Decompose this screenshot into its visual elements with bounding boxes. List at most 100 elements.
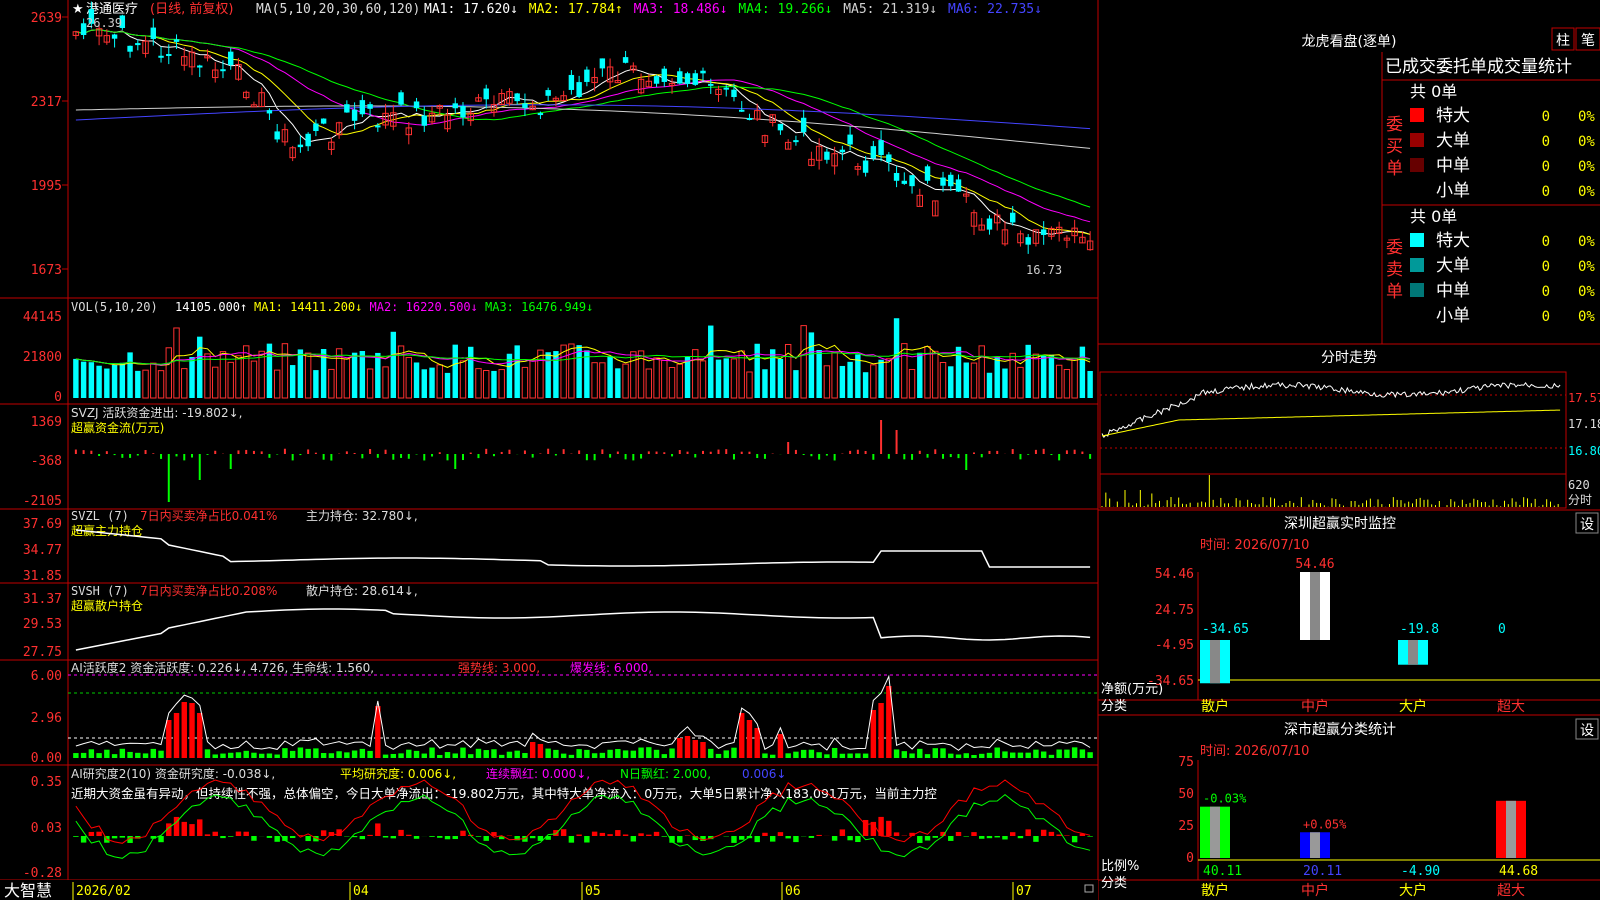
volume-bar (823, 365, 831, 399)
svsh-panel[interactable]: SVSH (7) 7日内买卖净占比0.208% 散户持仓: 28.614↓, 超… (23, 583, 1091, 660)
candle-body (777, 123, 784, 131)
svsh-legend-b: 7日内买卖净占比0.208% (140, 583, 277, 598)
ai-activity-bar (351, 750, 358, 758)
volume-bar (777, 358, 784, 398)
volume-bar (723, 358, 729, 398)
volume-bar (847, 361, 853, 398)
ai-activity-bar (754, 728, 760, 758)
price-panel[interactable]: ★ 港通医疗 (日线, 前复权) MA(5,10,20,30,60,120) M… (31, 1, 1094, 278)
intraday-panel[interactable]: 分时走势 17.57 17.18 16.80 620 分时 (1099, 350, 1600, 509)
longhu-panel[interactable]: 龙虎看盘(逐单) 柱 笔 已成交委托单成交量统计 共 0单 共 0单 委买单 委… (1302, 27, 1600, 326)
volume-bar (436, 364, 443, 399)
candle-body (661, 68, 668, 82)
volume-bar (1040, 354, 1047, 398)
ai-activity-bar (444, 752, 451, 758)
candle-body (220, 69, 226, 72)
svzl-panel[interactable]: SVZL (7) 7日内买卖净占比0.041% 主力持仓: 32.780↓, 超… (23, 508, 1091, 584)
ai-activity-bar (305, 748, 311, 758)
monitor-bar-highlight (1210, 640, 1220, 684)
svsh-axis: 31.37 29.53 27.75 (23, 592, 62, 660)
sz-monitor-row-label: 分类 (1101, 699, 1127, 714)
svzl-line (75, 529, 1091, 568)
class-delta: -0.03% (1203, 792, 1247, 806)
ai-activity-bar (793, 751, 799, 758)
volume-bar (150, 362, 157, 399)
candle-body (731, 89, 737, 98)
row-qty: 0 (1542, 309, 1550, 325)
ai-activity-bar (475, 748, 482, 758)
volume-bar (1032, 353, 1040, 399)
ai-research-panel[interactable]: AI研究度2(10) 资金研究度: -0.038↓, 平均研究度: 0.006↓… (23, 766, 1093, 881)
ai-activity-bar (684, 736, 691, 758)
price-high-label: 26.39 (86, 16, 122, 30)
ai-activity-bar (576, 749, 582, 758)
volume-bar (227, 361, 234, 399)
candle-body (1025, 237, 1031, 245)
volume-bar (382, 366, 389, 399)
candle-body (460, 105, 466, 118)
stock-chart-canvas[interactable]: ★ 港通医疗 (日线, 前复权) MA(5,10,20,30,60,120) M… (0, 0, 1600, 900)
intraday-frame (1099, 371, 1567, 509)
volume-value: MA2: 16220.500↓ (370, 300, 478, 314)
candlesticks[interactable] (72, 1, 1094, 254)
volume-bar (468, 346, 474, 398)
volume-bar (459, 360, 467, 399)
candle-body (878, 140, 884, 156)
ai-activity-bar (646, 747, 652, 758)
candle-body (452, 103, 458, 109)
ai-activity-bar (568, 754, 575, 758)
ai-activity-bar (1079, 749, 1086, 758)
volume-bar (545, 352, 551, 398)
ai-activity-bar (785, 753, 791, 758)
legend-swatch (1410, 283, 1424, 297)
time-axis-label: 06 (785, 884, 801, 899)
sz-monitor-panel[interactable]: 深圳超赢实时监控 设 时间: 2026/07/10 54.46 24.75 -4… (1098, 512, 1600, 715)
row-pct: 0% (1578, 234, 1595, 250)
ma-values: MA1: 17.620↓ MA2: 17.784↑ MA3: 18.486↓ MA4:… (424, 2, 1042, 17)
legend-swatch (1410, 233, 1424, 247)
ai-research-bar (483, 836, 489, 841)
candle-body (653, 76, 660, 84)
volume-bar (235, 355, 242, 399)
ai-activity-bar (545, 748, 551, 758)
svsh-sub: 超赢散户持仓 (71, 598, 143, 613)
candle-body (901, 180, 908, 184)
buy-side-char: 单 (1386, 159, 1403, 179)
candle-body (1009, 212, 1016, 223)
buy-side-char: 买 (1386, 137, 1403, 157)
volume-bar (1055, 364, 1063, 399)
ai-activity-bar (971, 754, 977, 758)
ai-activity-bar (1025, 752, 1031, 758)
ai-activity-bar (1009, 752, 1016, 758)
volume-bar (615, 368, 621, 398)
ai-activity-bar (258, 753, 265, 758)
ai-activity-bar (282, 748, 288, 758)
svzj-panel[interactable]: SVZJ 活跃资金进出: -19.802↓, 超赢资金流(万元) 1369 -3… (23, 405, 1092, 509)
ai-activity-bar (367, 750, 373, 758)
ai-research-bar (1087, 836, 1093, 837)
volume-bar (537, 349, 544, 399)
ai-activity-bar (862, 753, 869, 758)
svsh-legend-a: SVSH (7) (71, 584, 129, 598)
ai-activity-bar (824, 754, 830, 758)
volume-bar (576, 345, 582, 398)
ai-activity-bar (320, 753, 327, 758)
sz-monitor-axis-label: 24.75 (1155, 603, 1194, 618)
ai-research-bar (529, 836, 536, 839)
ai-activity-bar (104, 749, 110, 758)
ai-activity-bar (553, 749, 559, 758)
ai-research-bar (661, 836, 668, 837)
volume-bar (699, 360, 707, 399)
brand-logo: 大智慧 (4, 881, 52, 900)
sz-class-panel[interactable]: 深市超赢分类统计 设 时间: 2026/07/10 75 50 25 0 比例%… (1098, 718, 1600, 899)
row-qty: 0 (1542, 134, 1550, 150)
candle-body (862, 160, 869, 173)
volume-bar (715, 359, 722, 398)
candle-body (684, 73, 691, 84)
ai-activity-bar (909, 753, 915, 758)
ai-activity-axis: 6.00 2.96 0.00 (31, 669, 62, 766)
ai-activity-panel[interactable]: AI活跃度2 资金活跃度: 0.226↓, 4.726, 生命线: 1.560,… (31, 660, 1098, 766)
ai-research-bar (444, 836, 451, 840)
volume-panel[interactable]: VOL(5,10,20) 14105.000↑ MA1: 14411.200↓ MA… (23, 300, 1093, 405)
intraday-axis-label: 17.57 (1568, 391, 1600, 405)
